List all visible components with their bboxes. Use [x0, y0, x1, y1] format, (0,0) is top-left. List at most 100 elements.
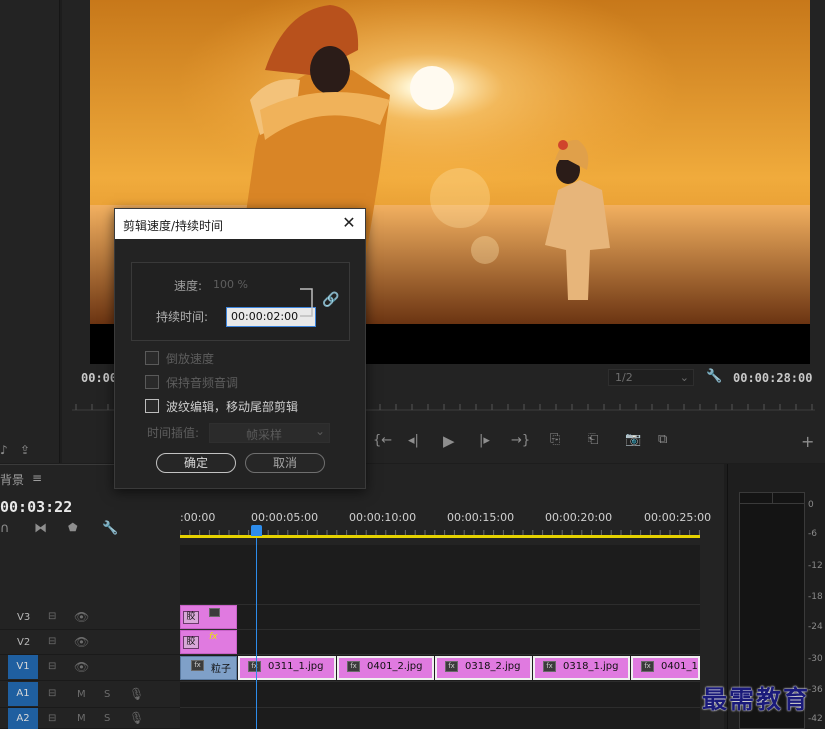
lift-icon[interactable]: ⎘	[550, 432, 560, 447]
close-icon[interactable]: ✕	[339, 213, 359, 233]
clip-v1-0318-1[interactable]: fx 0318_1.jpg	[533, 656, 630, 680]
db-scale-label: -6	[808, 529, 817, 539]
ruler-time-label: 00:00:10:00	[349, 511, 417, 524]
fx-badge-icon: fx	[445, 661, 458, 672]
ruler-time-label: 00:00:25:00	[644, 511, 712, 524]
time-interpolation-label: 时间插值:	[147, 426, 200, 440]
panel-menu-icon[interactable]: ≡	[32, 471, 42, 485]
add-button-icon[interactable]: +	[801, 432, 814, 451]
chain-link-icon[interactable]: 🔗	[322, 292, 339, 308]
project-panel-edge	[0, 0, 60, 463]
track-target-a2[interactable]: A2	[8, 708, 38, 729]
clip-label: 0401_2.jpg	[367, 661, 423, 672]
chevron-down-icon: ⌄	[679, 371, 689, 384]
time-interpolation-select[interactable]: 帧采样 ⌄	[209, 423, 330, 443]
eye-icon[interactable]: 👁	[74, 660, 89, 674]
sync-lock-icon[interactable]: ⊟	[48, 636, 56, 647]
ripple-edit-checkbox[interactable]	[145, 399, 159, 413]
compare-icon[interactable]: ⧉	[658, 432, 667, 447]
resolution-select[interactable]: 1/2 ⌄	[608, 369, 694, 386]
fx-badge-icon: fx	[191, 660, 204, 671]
export-icon[interactable]: ⇪	[20, 443, 30, 457]
solo-button[interactable]: S	[104, 713, 110, 724]
microphone-icon[interactable]: 🎙	[129, 711, 144, 725]
db-scale-label: -30	[808, 654, 823, 664]
camera-icon[interactable]: 📷	[625, 432, 641, 447]
meter-divider	[739, 503, 805, 504]
reverse-speed-label: 倒放速度	[166, 352, 215, 366]
program-playhead-timecode[interactable]: 00:00	[81, 371, 117, 385]
track-header-a1[interactable]: A1 ⊟ M S 🎙	[0, 682, 180, 708]
track-target-v1[interactable]: V1	[8, 655, 38, 679]
clip-v1-0318-2[interactable]: fx 0318_2.jpg	[435, 656, 532, 680]
clip-v1-particles[interactable]: fx 粒子	[180, 656, 237, 680]
eye-icon[interactable]: 👁	[74, 610, 89, 624]
solo-button[interactable]: S	[104, 689, 110, 700]
track-header-v1[interactable]: V1 ⊟ 👁	[0, 655, 180, 681]
fx-badge-icon: fx	[641, 661, 654, 672]
clip-label: 胶	[183, 611, 199, 624]
wrench-icon[interactable]: 🔧	[706, 369, 722, 384]
db-scale-label: -18	[808, 592, 823, 602]
clip-v3-title[interactable]: 胶	[180, 605, 237, 629]
reverse-speed-checkbox[interactable]	[145, 351, 159, 365]
step-back-icon[interactable]: ◂|	[408, 433, 419, 448]
eye-icon[interactable]: 👁	[74, 635, 89, 649]
play-icon[interactable]: ▶	[443, 432, 455, 450]
ruler-time-label: 00:00:15:00	[447, 511, 515, 524]
marker-icon[interactable]: ⬟	[68, 521, 78, 534]
clip-v2-title[interactable]: 胶 fx	[180, 630, 237, 654]
clip-speed-duration-dialog: 剪辑速度/持续时间 ✕ 速度: 100 % 持续时间: 00:00:02:00 …	[114, 208, 366, 489]
track-header-a2[interactable]: A2 ⊟ M S 🎙	[0, 708, 180, 729]
go-to-in-icon[interactable]: {←	[373, 433, 392, 448]
snap-icon[interactable]: ∩	[0, 521, 10, 536]
timeline-settings-wrench-icon[interactable]: 🔧	[102, 521, 118, 536]
maintain-pitch-label: 保持音频音调	[166, 376, 239, 390]
dialog-title: 剪辑速度/持续时间	[123, 219, 224, 233]
track-divider	[180, 707, 700, 708]
clip-v1-0401-2[interactable]: fx 0401_2.jpg	[337, 656, 434, 680]
clip-label: 粒子	[211, 664, 231, 675]
track-name: V2	[17, 637, 31, 648]
dialog-titlebar[interactable]: 剪辑速度/持续时间 ✕	[115, 209, 365, 239]
db-scale-label: -12	[808, 561, 823, 571]
sync-lock-icon[interactable]: ⊟	[48, 611, 56, 622]
track-area[interactable]	[180, 545, 700, 729]
timeline-playhead-handle[interactable]	[251, 525, 262, 536]
mute-button[interactable]: M	[77, 713, 86, 724]
fx-badge-icon: fx	[543, 661, 556, 672]
fx-badge-icon: fx	[248, 661, 261, 672]
db-scale-label: -42	[808, 714, 823, 724]
clip-v1-0401-1[interactable]: fx 0401_1.j	[631, 656, 700, 680]
db-scale-label: 0	[808, 500, 814, 510]
clip-label: 胶	[183, 636, 199, 649]
sync-lock-icon[interactable]: ⊟	[48, 688, 56, 699]
db-scale-label: -36	[808, 685, 823, 695]
ok-button[interactable]: 确定	[156, 453, 236, 473]
speed-value: 100 %	[213, 278, 248, 291]
go-to-out-icon[interactable]: →}	[511, 433, 530, 448]
microphone-icon[interactable]: 🎙	[129, 687, 144, 701]
program-duration-timecode: 00:00:28:00	[733, 371, 813, 385]
timeline-playhead-line[interactable]	[256, 538, 257, 729]
linked-selection-icon[interactable]: ⧓	[34, 521, 47, 536]
track-target-a1[interactable]: A1	[8, 682, 38, 706]
mute-button[interactable]: M	[77, 689, 86, 700]
sequence-tab-label[interactable]: 背景	[0, 471, 24, 488]
cancel-button[interactable]: 取消	[245, 453, 325, 473]
step-forward-icon[interactable]: |▸	[479, 433, 490, 448]
track-divider	[180, 681, 700, 682]
extract-icon[interactable]: ⎗	[588, 432, 598, 447]
track-divider	[180, 629, 700, 630]
resolution-value: 1/2	[615, 371, 633, 384]
track-header-v3[interactable]: V3 ⊟ 👁	[0, 605, 180, 630]
maintain-pitch-checkbox[interactable]	[145, 375, 159, 389]
clip-label: 0318_1.jpg	[563, 661, 619, 672]
sync-lock-icon[interactable]: ⊟	[48, 661, 56, 672]
fx-badge-icon	[209, 608, 220, 617]
sync-lock-icon[interactable]: ⊟	[48, 713, 56, 724]
track-divider	[180, 654, 700, 655]
clip-v1-0311-1[interactable]: fx 0311_1.jpg	[238, 656, 336, 680]
track-header-v2[interactable]: V2 ⊟ 👁	[0, 630, 180, 655]
timeline-playhead-timecode[interactable]: 00:03:22	[0, 498, 72, 516]
